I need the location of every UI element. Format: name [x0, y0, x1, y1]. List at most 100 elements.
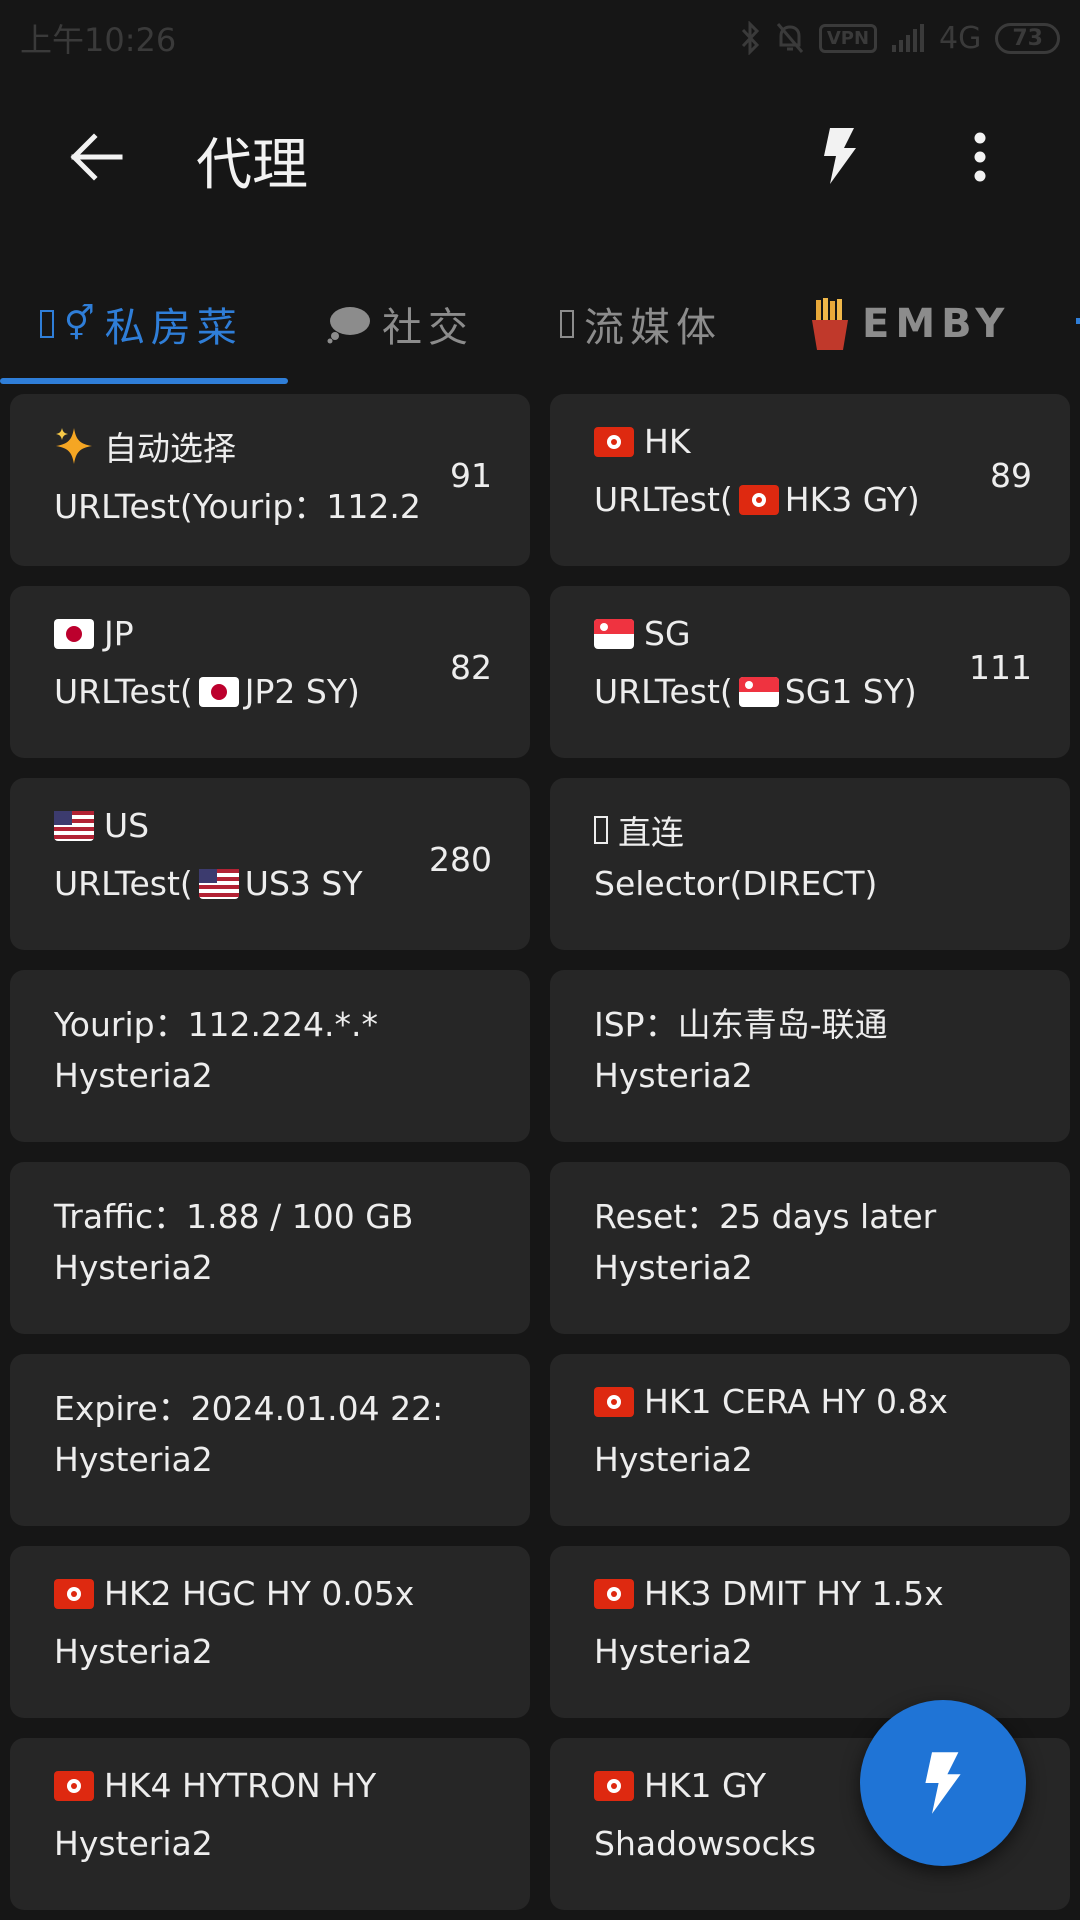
proxy-name-row: HK1 GY [594, 1766, 766, 1805]
network-type: 4G [939, 20, 982, 56]
tab-label: 私房菜 [104, 305, 243, 351]
mute-bell-icon [776, 23, 803, 53]
proxy-name: HK [644, 422, 691, 461]
proxy-card-reset[interactable]: Reset：25 days later Hysteria2 [550, 1162, 1070, 1334]
proxy-latency: 82 [450, 648, 492, 687]
selected-node: US3 SY [244, 864, 363, 903]
battery-indicator: 73 [995, 22, 1060, 54]
proxy-type: Hysteria2 [54, 1824, 213, 1863]
proxy-card-direct[interactable]: 直连 Selector(DIRECT) [550, 778, 1070, 950]
bolt-icon [824, 128, 856, 184]
proxy-name-row: SG [594, 614, 691, 653]
hk-flag-icon [594, 1770, 634, 1801]
bolt-icon [925, 1752, 961, 1814]
selected-node: HK3 GY) [784, 480, 920, 519]
proxy-type: URLTest( [54, 864, 193, 903]
proxy-card-traffic[interactable]: Traffic：1.88 / 100 GB Hysteria2 [10, 1162, 530, 1334]
tab-social[interactable]: 社交 [326, 284, 474, 364]
proxy-latency: 89 [990, 456, 1032, 495]
test-latency-fab[interactable] [860, 1700, 1026, 1866]
proxy-card-hk4-hytron[interactable]: HK4 HYTRON HY Hysteria2 [10, 1738, 530, 1910]
back-arrow-icon [70, 133, 123, 181]
proxy-card-hk3-dmit[interactable]: HK3 DMIT HY 1.5x Hysteria2 [550, 1546, 1070, 1718]
tab-label: EMBY [862, 301, 1011, 347]
proxy-card-sg[interactable]: SG URLTest( SG1 SY) 111 [550, 586, 1070, 758]
proxy-latency: 111 [969, 648, 1032, 687]
tab-streaming[interactable]: 流媒体 [560, 284, 722, 364]
gender-symbol-icon: ⚥ [64, 304, 95, 344]
proxy-type: Hysteria2 [594, 1632, 753, 1671]
proxy-card-isp[interactable]: ISP：山东青岛-联通 Hysteria2 [550, 970, 1070, 1142]
proxy-name-row: 直连 [594, 806, 684, 854]
proxy-card-us[interactable]: US URLTest( US3 SY 280 [10, 778, 530, 950]
proxy-name: Yourip：112.224.*.* [54, 1005, 379, 1044]
more-vert-icon [974, 132, 986, 182]
more-options-button[interactable] [968, 132, 992, 182]
proxy-type: Hysteria2 [54, 1056, 213, 1095]
status-icons: VPN 4G 73 [739, 21, 1060, 56]
scroll-hint [1076, 318, 1080, 324]
proxy-name: HK3 DMIT HY 1.5x [644, 1574, 944, 1613]
proxy-name: 自动选择 [104, 429, 236, 468]
proxy-name-row: US [54, 806, 149, 845]
hk-flag-icon [54, 1770, 94, 1801]
proxy-type-row: URLTest( JP2 SY) [54, 672, 360, 711]
sparkle-icon [56, 428, 92, 464]
proxy-card-hk1-cera[interactable]: HK1 CERA HY 0.8x Hysteria2 [550, 1354, 1070, 1526]
proxy-type-row: URLTest( SG1 SY) [594, 672, 917, 711]
jp-flag-icon [198, 676, 239, 707]
proxy-type: URLTest( [54, 672, 193, 711]
jp-flag-icon [54, 618, 94, 649]
bluetooth-icon [741, 21, 759, 55]
hk-flag-icon [594, 1578, 634, 1609]
toolbar: 代理 [0, 76, 1080, 236]
vpn-badge: VPN [818, 23, 878, 53]
proxy-name-row: HK3 DMIT HY 1.5x [594, 1574, 944, 1613]
proxy-type: Hysteria2 [594, 1248, 753, 1287]
proxy-name: SG [644, 614, 691, 653]
selected-node: JP2 SY) [244, 672, 360, 711]
proxy-name: HK2 HGC HY 0.05x [104, 1574, 415, 1613]
hk-flag-icon [594, 1386, 634, 1417]
proxy-name-row: 自动选择 [54, 422, 236, 470]
proxy-type-row: URLTest( US3 SY [54, 864, 363, 903]
latency-test-button[interactable] [820, 126, 860, 186]
sg-flag-icon [738, 676, 779, 707]
tab-label: 流媒体 [584, 305, 722, 351]
proxy-card-auto-select[interactable]: 自动选择 URLTest(Yourip：112.2 91 [10, 394, 530, 566]
unknown-glyph-icon [594, 816, 608, 844]
fries-icon [812, 298, 848, 350]
selected-node: SG1 SY) [784, 672, 917, 711]
proxy-card-expire[interactable]: Expire：2024.01.04 22: Hysteria2 [10, 1354, 530, 1526]
unknown-glyph-icon [560, 310, 574, 338]
proxy-card-hk[interactable]: HK URLTest( HK3 GY) 89 [550, 394, 1070, 566]
page-title: 代理 [196, 133, 308, 198]
proxy-type: Hysteria2 [594, 1056, 753, 1095]
tab-emby[interactable]: EMBY [808, 284, 1010, 364]
sg-flag-icon [594, 618, 634, 649]
hk-flag-icon [738, 484, 779, 515]
speech-bubble-icon [327, 307, 370, 344]
proxy-card-yourip[interactable]: Yourip：112.224.*.* Hysteria2 [10, 970, 530, 1142]
proxy-name-row: HK [594, 422, 690, 461]
us-flag-icon [54, 810, 94, 841]
proxy-type: URLTest( [594, 480, 733, 519]
proxy-type-row: URLTest( HK3 GY) [594, 480, 920, 519]
proxy-type: Hysteria2 [54, 1632, 213, 1671]
proxy-type: URLTest(Yourip：112.2 [54, 487, 421, 526]
hk-flag-icon [54, 1578, 94, 1609]
proxy-name: 直连 [618, 813, 684, 852]
proxy-name-row: HK2 HGC HY 0.05x [54, 1574, 414, 1613]
back-button[interactable] [68, 132, 128, 182]
proxy-card-jp[interactable]: JP URLTest( JP2 SY) 82 [10, 586, 530, 758]
proxy-latency: 91 [450, 456, 492, 495]
signal-icon [892, 24, 925, 52]
proxy-type: Hysteria2 [594, 1440, 753, 1479]
proxy-name-row: HK4 HYTRON HY [54, 1766, 376, 1805]
proxy-name: HK1 CERA HY 0.8x [644, 1382, 948, 1421]
group-tabs: ⚥ 私房菜 社交 流媒体 EMBY [0, 260, 1080, 384]
proxy-name: JP [104, 614, 134, 653]
tab-sifangcai[interactable]: ⚥ 私房菜 [40, 284, 243, 364]
proxy-type: Selector(DIRECT) [594, 864, 878, 903]
proxy-card-hk2-hgc[interactable]: HK2 HGC HY 0.05x Hysteria2 [10, 1546, 530, 1718]
